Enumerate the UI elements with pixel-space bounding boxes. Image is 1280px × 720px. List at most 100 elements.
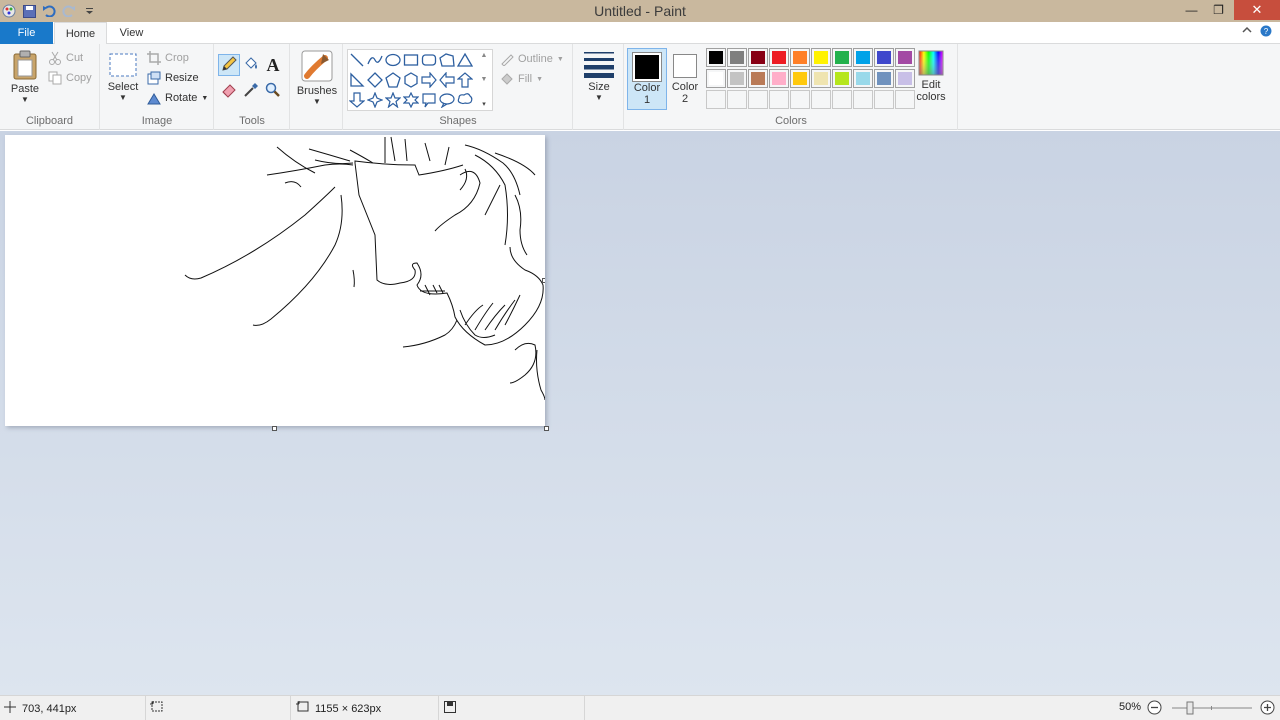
palette-color-swatch[interactable] bbox=[811, 48, 831, 67]
oval-callout-shape-icon[interactable] bbox=[438, 91, 456, 109]
scroll-up-icon[interactable]: ▲ bbox=[481, 52, 488, 59]
pentagon-shape-icon[interactable] bbox=[384, 71, 402, 89]
tab-file[interactable]: File bbox=[0, 22, 53, 44]
outline-dropdown-icon[interactable]: ▼ bbox=[557, 56, 564, 63]
palette-color-swatch[interactable] bbox=[706, 69, 726, 88]
custom-color-slot[interactable] bbox=[874, 90, 894, 109]
down-arrow-shape-icon[interactable] bbox=[348, 91, 366, 109]
palette-color-swatch[interactable] bbox=[769, 48, 789, 67]
palette-color-swatch[interactable] bbox=[853, 48, 873, 67]
brushes-button[interactable]: Brushes ▼ bbox=[293, 50, 341, 106]
custom-color-slot[interactable] bbox=[832, 90, 852, 109]
palette-color-swatch[interactable] bbox=[727, 69, 747, 88]
custom-color-slot[interactable] bbox=[853, 90, 873, 109]
color2-button[interactable]: Color 2 bbox=[669, 48, 701, 110]
rectangle-shape-icon[interactable] bbox=[402, 51, 420, 69]
shapes-gallery: ▲ ▼ ▾ bbox=[347, 49, 493, 111]
help-icon[interactable]: ? bbox=[1260, 25, 1272, 40]
fill-tool[interactable] bbox=[240, 54, 262, 76]
crop-button[interactable]: Crop bbox=[147, 49, 189, 67]
copy-button[interactable]: Copy bbox=[48, 69, 92, 87]
shapes-scroll[interactable]: ▲ ▼ ▾ bbox=[476, 50, 492, 110]
palette-color-swatch[interactable] bbox=[748, 69, 768, 88]
palette-color-swatch[interactable] bbox=[853, 69, 873, 88]
text-tool[interactable]: A bbox=[262, 54, 284, 76]
polygon-shape-icon[interactable] bbox=[438, 51, 456, 69]
custom-color-slot[interactable] bbox=[727, 90, 747, 109]
restore-button[interactable]: ❐ bbox=[1205, 0, 1232, 20]
resize-handle-right[interactable] bbox=[542, 278, 545, 283]
oval-shape-icon[interactable] bbox=[384, 51, 402, 69]
outline-button[interactable]: Outline ▼ bbox=[500, 50, 564, 68]
diamond-shape-icon[interactable] bbox=[366, 71, 384, 89]
select-button[interactable]: Select ▼ bbox=[106, 52, 140, 102]
custom-color-slot[interactable] bbox=[706, 90, 726, 109]
custom-color-slot[interactable] bbox=[895, 90, 915, 109]
palette-color-swatch[interactable] bbox=[895, 48, 915, 67]
zoom-out-button[interactable] bbox=[1147, 700, 1162, 718]
palette-color-swatch[interactable] bbox=[790, 48, 810, 67]
palette-color-swatch[interactable] bbox=[727, 48, 747, 67]
magnifier-tool[interactable] bbox=[262, 80, 284, 102]
fill-button[interactable]: Fill ▼ bbox=[500, 70, 543, 88]
palette-color-swatch[interactable] bbox=[811, 69, 831, 88]
gallery-expand-icon[interactable]: ▾ bbox=[482, 100, 486, 108]
hexagon-shape-icon[interactable] bbox=[402, 71, 420, 89]
size-button[interactable]: Size ▼ bbox=[578, 50, 620, 102]
rounded-rectangle-shape-icon[interactable] bbox=[420, 51, 438, 69]
five-point-star-shape-icon[interactable] bbox=[384, 91, 402, 109]
custom-color-slot[interactable] bbox=[811, 90, 831, 109]
paste-dropdown-icon[interactable]: ▼ bbox=[6, 95, 44, 104]
up-arrow-shape-icon[interactable] bbox=[456, 71, 474, 89]
select-dropdown-icon[interactable]: ▼ bbox=[106, 93, 140, 102]
palette-color-swatch[interactable] bbox=[832, 69, 852, 88]
palette-color-swatch[interactable] bbox=[874, 48, 894, 67]
curve-shape-icon[interactable] bbox=[366, 51, 384, 69]
palette-color-fill bbox=[772, 51, 786, 64]
minimize-button[interactable]: — bbox=[1178, 0, 1205, 20]
rounded-callout-shape-icon[interactable] bbox=[420, 91, 438, 109]
rotate-dropdown-icon[interactable]: ▼ bbox=[201, 95, 208, 102]
scroll-down-icon[interactable]: ▼ bbox=[481, 76, 488, 83]
four-point-star-shape-icon[interactable] bbox=[366, 91, 384, 109]
right-triangle-shape-icon[interactable] bbox=[348, 71, 366, 89]
line-shape-icon[interactable] bbox=[348, 51, 366, 69]
six-point-star-shape-icon[interactable] bbox=[402, 91, 420, 109]
minimize-ribbon-icon[interactable] bbox=[1242, 25, 1252, 40]
resize-handle-corner[interactable] bbox=[544, 426, 549, 431]
custom-color-slot[interactable] bbox=[769, 90, 789, 109]
resize-handle-bottom[interactable] bbox=[272, 426, 277, 431]
eraser-tool[interactable] bbox=[218, 80, 240, 102]
palette-color-swatch[interactable] bbox=[895, 69, 915, 88]
paste-button[interactable]: Paste ▼ bbox=[6, 50, 44, 104]
color-picker-tool[interactable] bbox=[240, 80, 262, 102]
palette-color-swatch[interactable] bbox=[832, 48, 852, 67]
edit-colors-button[interactable]: Edit colors bbox=[915, 50, 947, 103]
drawing-canvas[interactable] bbox=[5, 135, 545, 426]
fill-dropdown-icon[interactable]: ▼ bbox=[536, 76, 543, 83]
tab-home[interactable]: Home bbox=[54, 22, 107, 45]
palette-color-swatch[interactable] bbox=[748, 48, 768, 67]
custom-color-slot[interactable] bbox=[748, 90, 768, 109]
zoom-slider[interactable] bbox=[1172, 700, 1252, 716]
brushes-dropdown-icon[interactable]: ▼ bbox=[293, 97, 341, 106]
cloud-callout-shape-icon[interactable] bbox=[456, 91, 474, 109]
palette-color-swatch[interactable] bbox=[769, 69, 789, 88]
palette-color-swatch[interactable] bbox=[874, 69, 894, 88]
tab-view[interactable]: View bbox=[108, 22, 155, 45]
resize-button[interactable]: Resize bbox=[147, 69, 199, 87]
right-arrow-shape-icon[interactable] bbox=[420, 71, 438, 89]
close-button[interactable]: ✕ bbox=[1234, 0, 1280, 20]
rotate-button[interactable]: Rotate ▼ bbox=[147, 89, 208, 107]
left-arrow-shape-icon[interactable] bbox=[438, 71, 456, 89]
palette-color-swatch[interactable] bbox=[706, 48, 726, 67]
cut-button[interactable]: Cut bbox=[48, 49, 83, 67]
custom-color-slot[interactable] bbox=[790, 90, 810, 109]
pencil-tool[interactable] bbox=[218, 54, 240, 76]
canvas-workspace[interactable] bbox=[0, 131, 1280, 695]
triangle-shape-icon[interactable] bbox=[456, 51, 474, 69]
zoom-in-button[interactable] bbox=[1260, 700, 1275, 718]
palette-color-swatch[interactable] bbox=[790, 69, 810, 88]
size-dropdown-icon[interactable]: ▼ bbox=[578, 93, 620, 102]
color1-button[interactable]: Color 1 bbox=[627, 48, 667, 110]
